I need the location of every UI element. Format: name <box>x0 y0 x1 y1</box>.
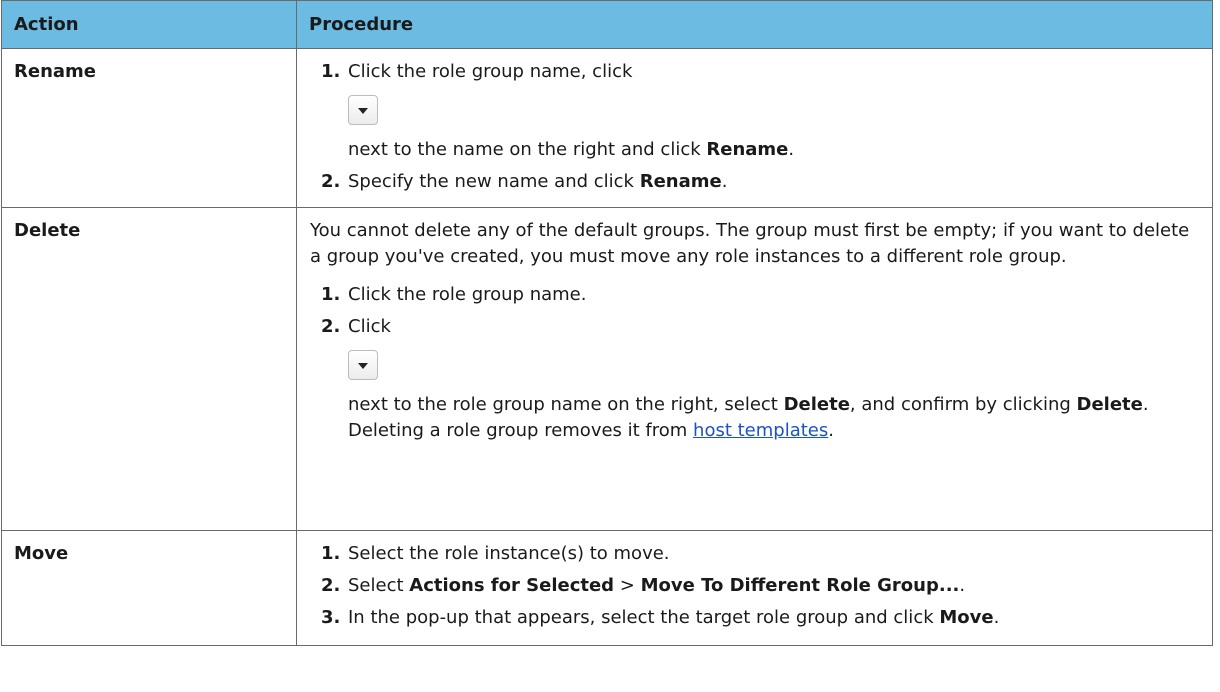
step-text: In the pop-up that appears, select the t… <box>348 607 940 628</box>
step-rename-2: 2. Specify the new name and click Rename… <box>310 169 1200 195</box>
dropdown-caret-icon[interactable] <box>348 95 378 125</box>
step-delete-2: 2. Click next to the role group name on … <box>321 316 1149 441</box>
header-procedure: Procedure <box>296 0 1213 49</box>
steps-list-move: 1. Select the role instance(s) to move. … <box>310 541 1200 631</box>
steps-list-rename: 1. Click the role group name, click next… <box>310 59 1200 195</box>
step-number: 1. <box>321 284 341 305</box>
ui-label-rename: Rename <box>639 171 722 192</box>
delete-intro: You cannot delete any of the default gro… <box>310 220 1190 267</box>
step-move-2: 2. Select Actions for Selected > Move To… <box>310 573 1200 599</box>
step-number: 3. <box>321 607 341 628</box>
step-text: Click the role group name. <box>348 284 587 305</box>
step-text: Select the role instance(s) to move. <box>348 543 670 564</box>
ui-label-delete: Delete <box>783 394 850 415</box>
action-name-move: Move <box>1 530 297 646</box>
step-text: Click <box>348 316 391 337</box>
ui-label-move-to-different-role-group: Move To Different Role Group... <box>640 575 960 596</box>
steps-list-delete: 1. Click the role group name. 2. Click n… <box>310 282 1200 444</box>
step-move-3: 3. In the pop-up that appears, select th… <box>310 605 1200 631</box>
procedure-move: 1. Select the role instance(s) to move. … <box>296 530 1213 646</box>
step-number: 2. <box>321 171 341 192</box>
actions-table: Action Procedure Rename 1. Click the rol… <box>1 0 1213 646</box>
ui-label-move: Move <box>939 607 994 628</box>
ui-label-delete: Delete <box>1076 394 1143 415</box>
table-row-move: Move 1. Select the role instance(s) to m… <box>1 530 1213 646</box>
table-row-rename: Rename 1. Click the role group name, cli… <box>1 48 1213 208</box>
procedure-delete: You cannot delete any of the default gro… <box>296 207 1213 531</box>
header-action: Action <box>1 0 297 49</box>
step-text: Click the role group name, click <box>348 61 633 82</box>
step-number: 2. <box>321 316 341 337</box>
host-templates-link[interactable]: host templates <box>693 420 828 441</box>
step-text: next to the role group name on the right… <box>348 394 784 415</box>
step-number: 1. <box>321 61 341 82</box>
step-rename-1: 1. Click the role group name, click next… <box>321 61 795 160</box>
step-text: next to the name on the right and click <box>348 139 707 160</box>
ui-label-rename: Rename <box>706 139 789 160</box>
ui-label-actions-for-selected: Actions for Selected <box>409 575 615 596</box>
step-delete-1: 1. Click the role group name. <box>310 282 1200 308</box>
dropdown-caret-icon[interactable] <box>348 350 378 380</box>
action-name-delete: Delete <box>1 207 297 531</box>
step-text: Specify the new name and click <box>348 171 640 192</box>
step-move-1: 1. Select the role instance(s) to move. <box>310 541 1200 567</box>
table-header-row: Action Procedure <box>1 0 1213 49</box>
step-number: 2. <box>321 575 341 596</box>
action-name-rename: Rename <box>1 48 297 208</box>
procedure-rename: 1. Click the role group name, click next… <box>296 48 1213 208</box>
step-text: Select <box>348 575 410 596</box>
table-row-delete: Delete You cannot delete any of the defa… <box>1 207 1213 531</box>
step-number: 1. <box>321 543 341 564</box>
